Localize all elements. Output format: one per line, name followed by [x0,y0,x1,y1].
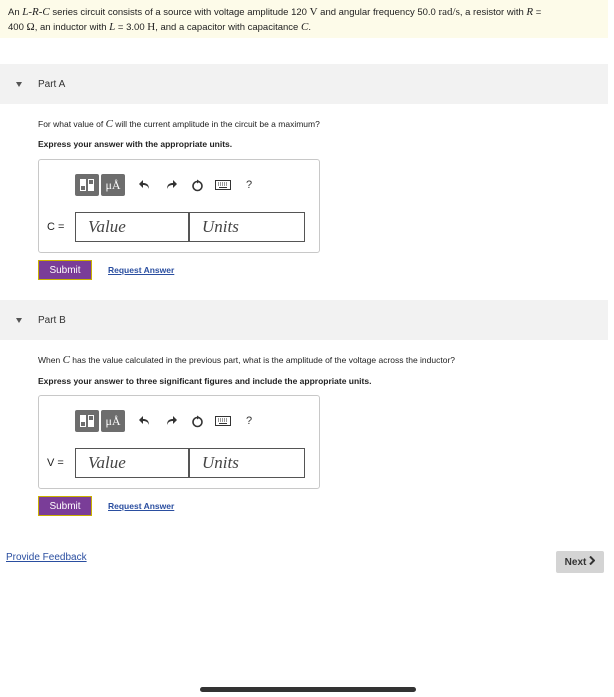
collapse-triangle-icon[interactable] [16,317,22,323]
part-a-variable-label: C = [47,221,65,233]
collapse-triangle-icon[interactable] [16,81,22,87]
problem-statement: An L-R-C series circuit consists of a so… [0,0,608,38]
part-b-units-field[interactable]: Units [189,448,305,478]
redo-icon[interactable] [163,413,179,429]
part-a-submit-button[interactable]: Submit [38,260,92,280]
part-b-answer-box: μÅ ? V = Value Units [38,395,320,489]
part-a-value-field[interactable]: Value [75,212,189,242]
part-a-header[interactable]: Part A [0,64,608,104]
home-indicator [200,687,416,692]
chevron-right-icon [589,555,596,568]
undo-icon[interactable] [137,413,153,429]
problem-line-2: 400 Ω, an inductor with L = 3.00 H, and … [8,21,311,33]
units-icon[interactable]: μÅ [101,174,125,196]
part-a-instruction: Express your answer with the appropriate… [38,139,233,149]
units-icon[interactable]: μÅ [101,410,125,432]
part-a-question: For what value of C will the current amp… [38,118,320,130]
part-b-question: When C has the value calculated in the p… [38,354,456,366]
reset-icon[interactable] [189,413,205,429]
provide-feedback-link[interactable]: Provide Feedback [6,552,87,563]
part-b-variable-label: V = [47,457,64,469]
reset-icon[interactable] [189,177,205,193]
templates-icon[interactable] [75,174,99,196]
part-b-request-answer-link[interactable]: Request Answer [108,501,174,511]
part-a-units-field[interactable]: Units [189,212,305,242]
problem-line-1: An L-R-C series circuit consists of a so… [8,6,542,18]
part-a-request-answer-link[interactable]: Request Answer [108,265,174,275]
part-b-value-field[interactable]: Value [75,448,189,478]
part-b-title: Part B [38,314,66,326]
templates-icon[interactable] [75,410,99,432]
next-label: Next [564,556,587,568]
keyboard-icon[interactable] [215,413,231,429]
help-icon[interactable]: ? [241,413,257,429]
part-b-instruction: Express your answer to three significant… [38,376,372,386]
part-b-submit-button[interactable]: Submit [38,496,92,516]
part-a-title: Part A [38,78,66,90]
part-a-answer-box: μÅ ? C = Value Units [38,159,320,253]
part-b-header[interactable]: Part B [0,300,608,340]
redo-icon[interactable] [163,177,179,193]
part-b-toolbar: μÅ ? [75,410,267,432]
undo-icon[interactable] [137,177,153,193]
part-a-toolbar: μÅ ? [75,174,267,196]
help-icon[interactable]: ? [241,177,257,193]
next-button[interactable]: Next [556,551,604,573]
keyboard-icon[interactable] [215,177,231,193]
